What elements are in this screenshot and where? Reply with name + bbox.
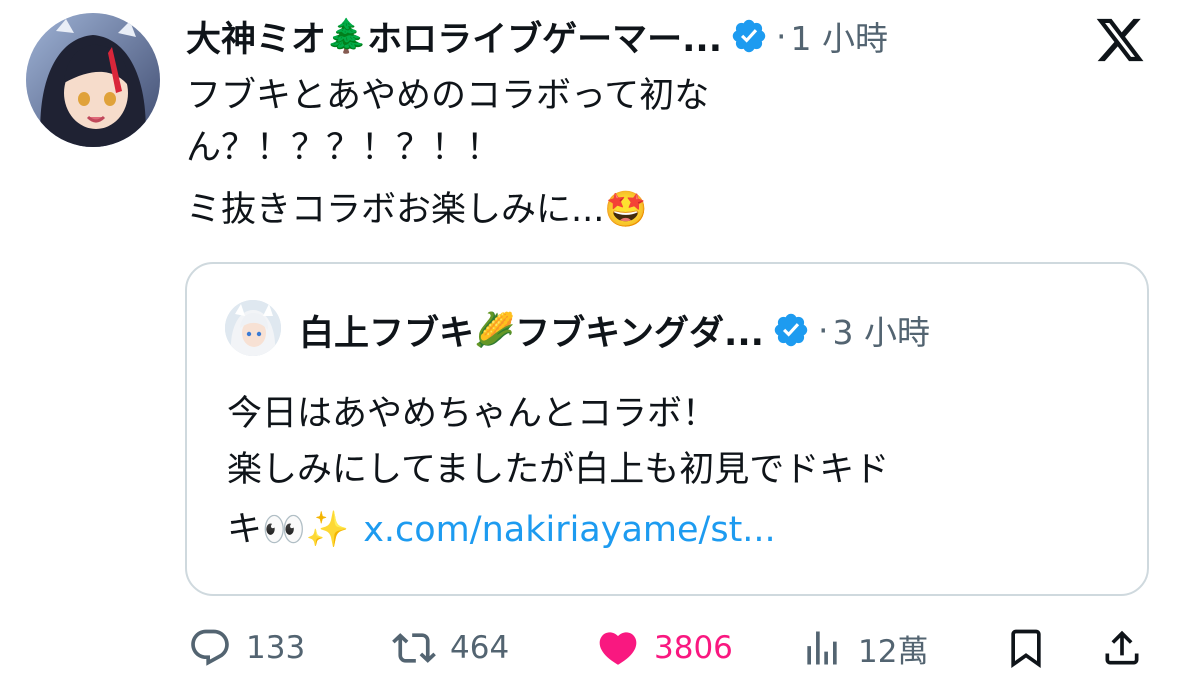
repost-button[interactable]: 464 xyxy=(392,618,509,678)
verified-badge-icon xyxy=(774,313,808,347)
repost-icon xyxy=(392,633,436,663)
bookmark-icon xyxy=(1011,629,1041,669)
reply-icon xyxy=(191,629,229,666)
tweet-text-line-1: フブキとあやめのコラボって初な xyxy=(186,76,710,116)
author-avatar-image xyxy=(26,13,160,147)
quoted-tweet-timestamp: 3 小時 xyxy=(832,313,930,352)
quoted-header-separator: · xyxy=(817,310,829,350)
like-icon xyxy=(599,632,637,665)
like-count: 3806 xyxy=(654,630,733,666)
tweet-timestamp[interactable]: 1 小時 xyxy=(791,12,889,60)
tweet-text-line-3-text: ミ抜きコラボお楽しみに... xyxy=(186,190,605,230)
tweet-action-bar: 133 464 3806 12萬 xyxy=(0,618,1179,678)
quoted-author-avatar-image xyxy=(225,300,281,356)
author-name[interactable]: 大神ミオ xyxy=(186,11,326,62)
quoted-text-line-1: 今日はあやめちゃんとコラボ！ xyxy=(227,394,718,434)
quoted-author-name: 白上フブキ xyxy=(299,313,475,354)
repost-count: 464 xyxy=(450,630,510,666)
author-name-suffix[interactable]: ホロライブゲーマー... xyxy=(367,11,722,62)
verified-badge-icon xyxy=(732,19,766,53)
quoted-author-name-emoji: 🌽 xyxy=(474,310,516,349)
reply-button[interactable]: 133 xyxy=(188,618,305,678)
quoted-text-line-3-prefix: キ xyxy=(227,510,263,550)
tweet-header: 大神ミオ 🌲 ホロライブゲーマー... · 1 小時 xyxy=(186,10,888,62)
header-separator: · xyxy=(776,16,787,56)
quoted-author-avatar xyxy=(225,300,281,356)
views-icon xyxy=(807,631,837,665)
views-button[interactable]: 12萬 xyxy=(800,618,928,678)
x-logo-icon[interactable] xyxy=(1092,14,1148,66)
share-button[interactable] xyxy=(1100,618,1144,678)
share-icon xyxy=(1105,630,1139,665)
quoted-text-line-2: 楽しみにしてましたが白上も初見でドキド xyxy=(227,450,890,490)
quoted-tweet-link[interactable]: x.com/nakiriayame/st... xyxy=(363,510,775,550)
star-struck-emoji: 🤩 xyxy=(604,190,648,230)
author-avatar[interactable] xyxy=(26,13,160,147)
quoted-author-name-suffix: フブキングダ... xyxy=(515,313,764,354)
quoted-tweet-card[interactable]: 白上フブキ 🌽 フブキングダ... · 3 小時 今日はあやめちゃんとコラボ！ … xyxy=(185,262,1149,596)
tweet-text-line-2: ん？！？？！？！！ xyxy=(186,128,502,168)
author-name-emoji: 🌲 xyxy=(326,16,368,55)
quoted-tweet-header: 白上フブキ 🌽 フブキングダ... · 3 小時 xyxy=(299,304,930,356)
reply-count: 133 xyxy=(246,630,306,666)
bookmark-button[interactable] xyxy=(1004,618,1048,678)
like-button[interactable]: 3806 xyxy=(596,618,733,678)
quoted-text-line-3: キ👀✨ x.com/nakiriayame/st... xyxy=(227,504,776,556)
views-count: 12萬 xyxy=(858,633,929,670)
tweet-text-line-3: ミ抜きコラボお楽しみに...🤩 xyxy=(186,184,648,236)
eyes-sparkles-emoji: 👀✨ xyxy=(262,510,350,550)
